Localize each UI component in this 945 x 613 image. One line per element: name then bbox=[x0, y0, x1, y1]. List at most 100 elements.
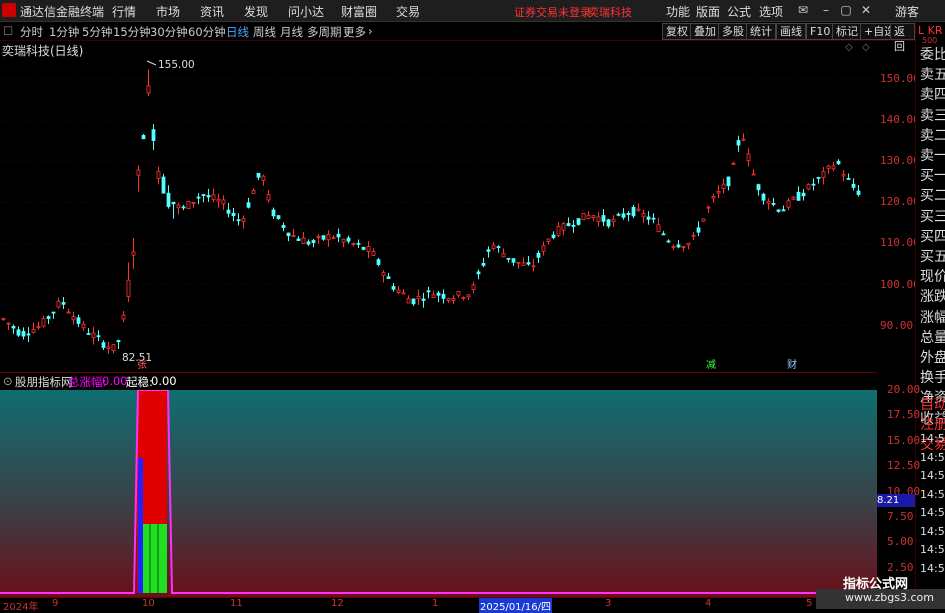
multi-stock-button[interactable]: 多股 bbox=[718, 23, 748, 40]
indicator-chart[interactable] bbox=[0, 390, 877, 597]
candle-body bbox=[261, 175, 266, 181]
menu-function[interactable]: 功能 bbox=[666, 3, 690, 20]
draw-line-button[interactable]: 画线 bbox=[776, 23, 806, 40]
period-more[interactable]: 更多 bbox=[343, 24, 366, 40]
candle-body bbox=[556, 226, 561, 236]
candle-body bbox=[476, 271, 481, 275]
overlay-button[interactable]: 叠加 bbox=[690, 23, 720, 40]
login-warning[interactable]: 证券交易未登录 bbox=[514, 4, 591, 20]
period-30min[interactable]: 30分钟 bbox=[150, 24, 188, 40]
msg-icon[interactable]: ✉ bbox=[795, 2, 811, 18]
minimize-icon[interactable]: – bbox=[818, 2, 834, 18]
candle-body bbox=[506, 257, 511, 260]
candle-body bbox=[356, 242, 361, 245]
cursor-date-label: 2025/01/16/四 bbox=[479, 598, 553, 613]
menu-layout[interactable]: 版面 bbox=[696, 3, 720, 20]
menu-options[interactable]: 选项 bbox=[759, 3, 783, 20]
guest-label[interactable]: 游客 bbox=[895, 3, 919, 20]
period-monthly[interactable]: 月线 bbox=[280, 24, 303, 40]
candle-body bbox=[326, 233, 331, 241]
candle-body bbox=[211, 194, 216, 200]
menu-market[interactable]: 市场 bbox=[156, 3, 180, 20]
period-intraday[interactable]: 分时 bbox=[20, 24, 43, 40]
collapse-icon[interactable]: ☐ bbox=[3, 24, 13, 38]
adjust-button[interactable]: 复权 bbox=[662, 23, 692, 40]
app-title: 通达信金融终端 bbox=[20, 5, 105, 19]
period-multi[interactable]: 多周期 bbox=[307, 24, 342, 40]
quote-field: 14:56 bbox=[920, 543, 945, 556]
candle-body bbox=[191, 202, 196, 204]
quote-field: 买四 bbox=[920, 228, 945, 245]
indicator-toggle-icon[interactable]: ⊙ bbox=[3, 374, 13, 388]
candle-body bbox=[446, 298, 451, 302]
candle-body bbox=[811, 183, 816, 186]
candle-body bbox=[816, 177, 821, 179]
indicator-tick: 12.50 bbox=[887, 459, 921, 473]
menu-formula[interactable]: 公式 bbox=[727, 3, 751, 20]
menu-trade[interactable]: 交易 bbox=[396, 3, 420, 20]
candle-body bbox=[431, 294, 436, 298]
period-60min[interactable]: 60分钟 bbox=[188, 24, 226, 40]
candle-body bbox=[181, 206, 186, 209]
date-tick: 11 bbox=[230, 598, 243, 609]
period-1min[interactable]: 1分钟 bbox=[49, 24, 79, 40]
period-5min[interactable]: 5分钟 bbox=[82, 24, 112, 40]
mark-button[interactable]: 标记 bbox=[832, 23, 862, 40]
candle-body bbox=[6, 322, 11, 325]
candle-body bbox=[186, 200, 191, 209]
period-daily[interactable]: 日线 bbox=[226, 24, 249, 40]
stats-button[interactable]: 统计 bbox=[746, 23, 776, 40]
candlestick-chart[interactable]: 155.0082.51张减财 bbox=[0, 41, 877, 371]
event-marker[interactable]: 减 bbox=[706, 359, 716, 371]
maximize-icon[interactable]: ▢ bbox=[838, 2, 854, 18]
quote-field: 卖五 bbox=[920, 67, 945, 84]
candle-body bbox=[691, 234, 696, 237]
quote-side-panel: L KR 500 委比卖五卖四卖三卖二卖一买一买二买三买四买五现价涨跌涨幅总量外… bbox=[915, 22, 945, 609]
signal-bar-green bbox=[143, 524, 167, 593]
close-icon[interactable]: ✕ bbox=[858, 2, 874, 18]
menu-news[interactable]: 资讯 bbox=[200, 3, 224, 20]
candle-body bbox=[141, 135, 146, 140]
candle-body bbox=[31, 328, 36, 333]
candle-body bbox=[566, 223, 571, 227]
f10-button[interactable]: F10 bbox=[806, 23, 835, 40]
candle-body bbox=[416, 296, 421, 300]
quote-field: 买五 bbox=[920, 249, 945, 265]
candle-body bbox=[706, 206, 711, 209]
candle-body bbox=[311, 240, 316, 244]
menu-wealth[interactable]: 财富圈 bbox=[341, 3, 377, 20]
candle-body bbox=[771, 203, 776, 205]
indicator-tick: 7.50 bbox=[887, 509, 914, 523]
menu-wenxiaoda[interactable]: 问小达 bbox=[288, 3, 324, 20]
candle-body bbox=[176, 204, 181, 209]
candle-body bbox=[56, 300, 61, 308]
date-tick: 2024年 bbox=[3, 602, 39, 613]
candle-body bbox=[21, 331, 26, 337]
period-15min[interactable]: 15分钟 bbox=[113, 24, 151, 40]
menu-discover[interactable]: 发现 bbox=[244, 3, 268, 20]
event-marker[interactable]: 财 bbox=[787, 358, 797, 371]
indicator-value-total: 0.00 bbox=[102, 374, 128, 388]
menu-quotes[interactable]: 行情 bbox=[112, 3, 136, 20]
diamond-icon[interactable]: ◇ bbox=[862, 42, 870, 53]
back-button[interactable]: 返回 bbox=[890, 23, 915, 53]
candle-body bbox=[316, 236, 321, 238]
quote-field: 14:56 bbox=[920, 487, 945, 501]
candle-body bbox=[511, 258, 516, 263]
candle-body bbox=[596, 216, 601, 223]
event-marker[interactable]: 张 bbox=[137, 359, 147, 371]
chevron-right-icon[interactable]: › bbox=[368, 24, 373, 38]
quote-field[interactable]: 自动 bbox=[920, 394, 945, 414]
candle-body bbox=[421, 298, 426, 301]
candle-body bbox=[806, 184, 811, 190]
chevron-down-icon[interactable]: ⌄ bbox=[71, 42, 80, 55]
indicator-name[interactable]: 股朋指标网 bbox=[15, 374, 73, 390]
candle-body bbox=[341, 238, 346, 243]
quote-field[interactable]: 注册 bbox=[920, 414, 945, 434]
candle-body bbox=[496, 246, 501, 249]
candle-body bbox=[216, 198, 221, 202]
candle-body bbox=[276, 215, 281, 219]
period-weekly[interactable]: 周线 bbox=[253, 24, 276, 40]
diamond-icon[interactable]: ◇ bbox=[845, 42, 853, 53]
indicator-label-stable: 起稳: bbox=[126, 375, 153, 389]
